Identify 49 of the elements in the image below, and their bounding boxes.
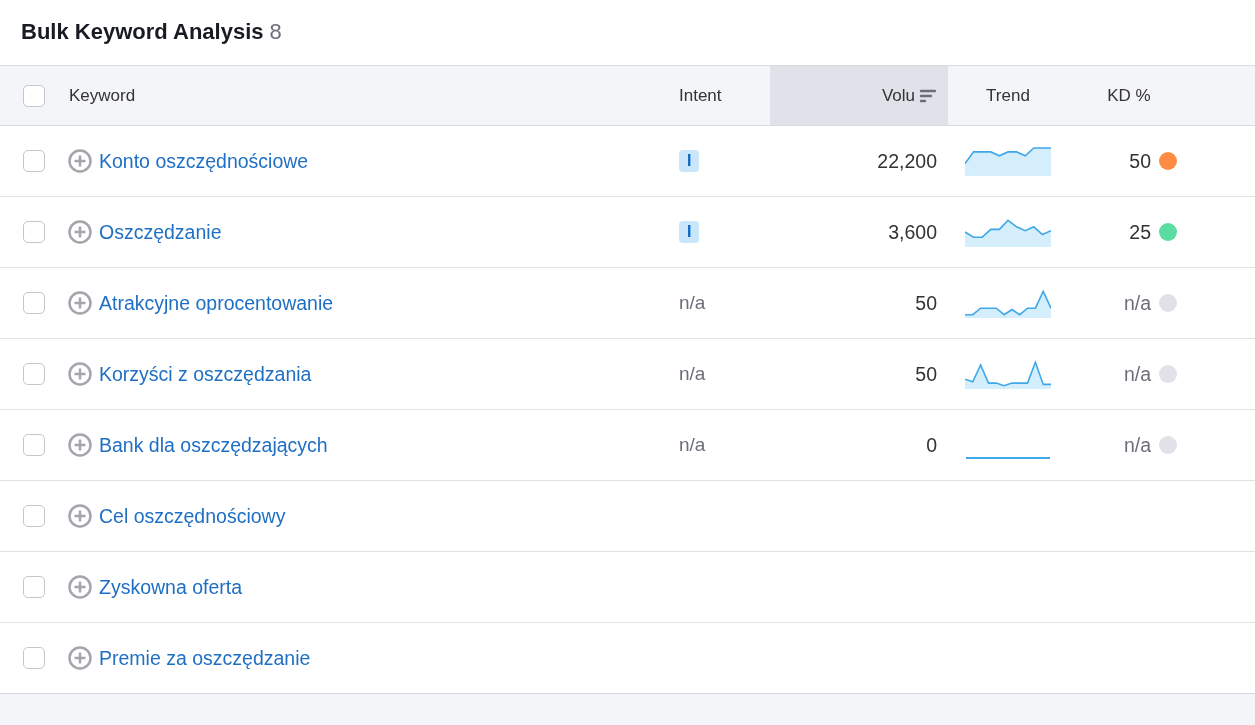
keyword-link[interactable]: Oszczędzanie bbox=[99, 220, 222, 244]
intent-badge: I bbox=[679, 150, 700, 172]
row-checkbox[interactable] bbox=[23, 434, 45, 456]
row-checkbox[interactable] bbox=[23, 647, 45, 669]
volume-value: 50 bbox=[915, 291, 937, 315]
kd-value: 25 bbox=[1129, 220, 1151, 244]
volume-value: 50 bbox=[915, 362, 937, 386]
kd-value: n/a bbox=[1123, 362, 1151, 386]
column-header[interactable]: Trend bbox=[986, 85, 1030, 106]
add-icon[interactable] bbox=[68, 646, 92, 670]
add-icon[interactable] bbox=[68, 291, 92, 315]
kd-value: 50 bbox=[1129, 149, 1151, 173]
kd-value: n/a bbox=[1123, 291, 1151, 315]
page-title: Bulk Keyword Analysis bbox=[21, 19, 264, 45]
row-checkbox[interactable] bbox=[23, 150, 45, 172]
column-label: Volu bbox=[881, 85, 915, 106]
column-header[interactable]: Intent bbox=[679, 85, 722, 106]
row-checkbox[interactable] bbox=[23, 221, 45, 243]
add-icon[interactable] bbox=[68, 362, 92, 386]
intent-value: n/a bbox=[679, 292, 706, 314]
column-header[interactable]: KD % bbox=[1107, 85, 1151, 106]
intent-value: n/a bbox=[679, 363, 706, 385]
keyword-count: 8 bbox=[269, 19, 282, 45]
keyword-link[interactable]: Bank dla oszczędzających bbox=[99, 433, 328, 457]
row-checkbox[interactable] bbox=[23, 292, 45, 314]
add-icon[interactable] bbox=[68, 433, 92, 457]
row-checkbox[interactable] bbox=[23, 576, 45, 598]
row-checkbox[interactable] bbox=[23, 363, 45, 385]
add-icon[interactable] bbox=[68, 220, 92, 244]
column-header[interactable]: Keyword bbox=[69, 85, 136, 106]
sort-icon[interactable] bbox=[919, 88, 937, 103]
volume-value: 22,200 bbox=[877, 149, 937, 173]
row-checkbox[interactable] bbox=[23, 505, 45, 527]
keyword-link[interactable]: Premie za oszczędzanie bbox=[99, 646, 311, 670]
sorted-column-header[interactable]: Volu bbox=[770, 66, 948, 125]
keyword-link[interactable]: Konto oszczędnościowe bbox=[99, 149, 309, 173]
intent-value: n/a bbox=[679, 434, 706, 456]
keyword-link[interactable]: Cel oszczędnościowy bbox=[99, 504, 286, 528]
keyword-link[interactable]: Atrakcyjne oprocentowanie bbox=[99, 291, 334, 315]
add-icon[interactable] bbox=[68, 149, 92, 173]
keyword-link[interactable]: Korzyści z oszczędzania bbox=[99, 362, 312, 386]
volume-value: 3,600 bbox=[888, 220, 937, 244]
intent-badge: I bbox=[679, 221, 700, 243]
volume-value: 0 bbox=[926, 433, 937, 457]
select-all-checkbox[interactable] bbox=[23, 84, 45, 107]
add-icon[interactable] bbox=[68, 575, 92, 599]
keyword-link[interactable]: Zyskowna oferta bbox=[99, 575, 243, 599]
kd-value: n/a bbox=[1123, 433, 1151, 457]
add-icon[interactable] bbox=[68, 504, 92, 528]
